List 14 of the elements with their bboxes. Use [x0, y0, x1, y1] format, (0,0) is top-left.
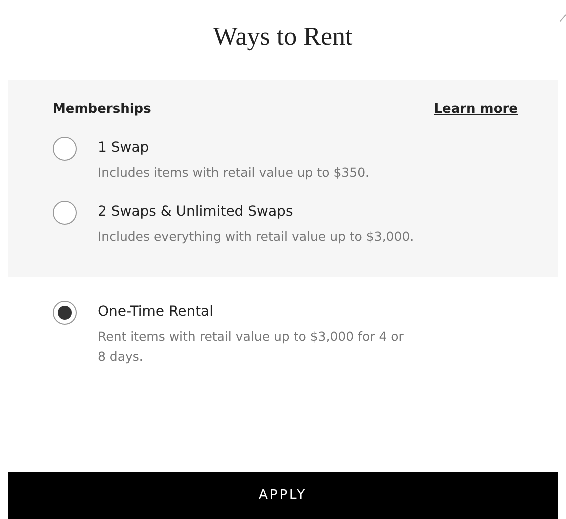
option-label: One-Time Rental: [98, 304, 215, 320]
option-label: 2 Swaps & Unlimited Swaps: [98, 204, 294, 220]
dialog-title: Ways to Rent: [213, 22, 353, 52]
apply-button[interactable]: APPLY: [8, 472, 558, 519]
close-icon[interactable]: [560, 12, 566, 22]
option-description: Includes everything with retail value up to $3,000.: [98, 228, 414, 246]
radio-button[interactable]: [53, 201, 77, 225]
learn-more-link[interactable]: Learn more: [434, 102, 518, 117]
option-label: 1 Swap: [98, 140, 150, 156]
option-description: Includes items with retail value up to $350.: [98, 164, 370, 182]
radio-button[interactable]: [53, 137, 77, 161]
radio-button[interactable]: [53, 301, 77, 325]
option-description: Rent items with retail value up to $3,000 for 4 or 8 days.: [98, 328, 405, 366]
section-heading: Memberships: [53, 102, 152, 117]
